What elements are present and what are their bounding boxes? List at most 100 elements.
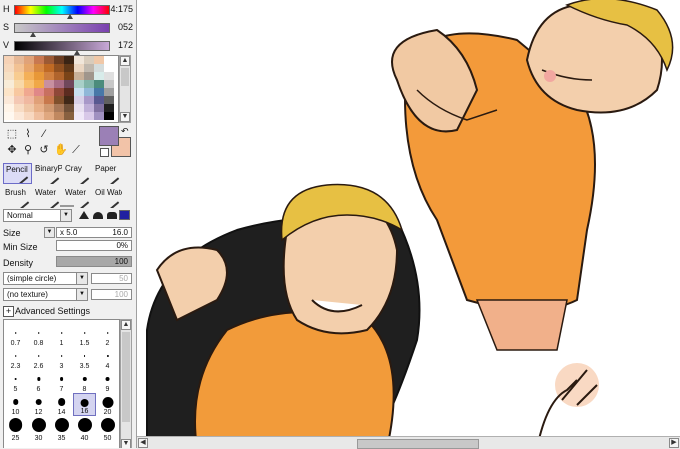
color-swatch[interactable] xyxy=(64,96,74,104)
slider-track-v[interactable] xyxy=(14,41,110,51)
size-preset-25[interactable]: 25 xyxy=(4,416,27,442)
size-preset-3.5[interactable]: 3.5 xyxy=(73,347,96,370)
scroll-down-icon[interactable]: ▼ xyxy=(121,439,131,448)
color-swatch[interactable] xyxy=(44,72,54,80)
size-preset-8[interactable]: 8 xyxy=(73,370,96,393)
scroll-up-icon[interactable]: ▲ xyxy=(120,56,130,66)
color-swatch[interactable] xyxy=(44,96,54,104)
color-swatch[interactable] xyxy=(104,104,114,112)
color-swatch[interactable] xyxy=(24,72,34,80)
color-swatch[interactable] xyxy=(44,56,54,64)
color-swatch[interactable] xyxy=(84,80,94,88)
color-swatch[interactable] xyxy=(34,64,44,72)
color-swatch[interactable] xyxy=(4,112,14,120)
color-swatch[interactable] xyxy=(54,104,64,112)
color-swatch[interactable] xyxy=(24,56,34,64)
color-swatch[interactable] xyxy=(84,88,94,96)
color-swatch[interactable] xyxy=(4,96,14,104)
slider-thumb-h[interactable] xyxy=(67,14,74,19)
color-swatch[interactable] xyxy=(64,104,74,112)
color-swatch[interactable] xyxy=(64,64,74,72)
color-swatch[interactable] xyxy=(84,64,94,72)
swatch-scrollbar[interactable]: ▲ ▼ xyxy=(119,55,131,123)
color-swatch[interactable] xyxy=(44,104,54,112)
size-preset-14[interactable]: 14 xyxy=(50,393,73,416)
size-preset-5[interactable]: 5 xyxy=(4,370,27,393)
color-swatch[interactable] xyxy=(64,56,74,64)
size-preset-20[interactable]: 20 xyxy=(96,393,119,416)
color-swatch[interactable] xyxy=(104,80,114,88)
color-swatch[interactable] xyxy=(4,56,14,64)
color-swatch[interactable] xyxy=(34,104,44,112)
color-swatch[interactable] xyxy=(54,56,64,64)
size-multiplier-dropdown[interactable]: ▼ xyxy=(44,227,55,238)
color-swatch[interactable] xyxy=(54,64,64,72)
color-swatch[interactable] xyxy=(74,112,84,120)
brush-oil-water[interactable]: Oil Water xyxy=(93,187,122,208)
color-swatch[interactable] xyxy=(74,64,84,72)
color-swatch[interactable] xyxy=(14,56,24,64)
color-swatch[interactable] xyxy=(84,72,94,80)
color-swatch[interactable] xyxy=(24,112,34,120)
swap-colors-icon[interactable]: ↶ xyxy=(121,126,129,137)
magic-wand-icon[interactable]: ⁄ xyxy=(38,128,50,140)
texture-amount-slider[interactable]: 100 xyxy=(91,289,132,300)
move-icon[interactable]: ✥ xyxy=(6,144,18,156)
color-swatch[interactable] xyxy=(4,88,14,96)
color-swatch[interactable] xyxy=(94,64,104,72)
size-preset-12[interactable]: 12 xyxy=(27,393,50,416)
color-swatch[interactable] xyxy=(44,64,54,72)
color-swatch[interactable] xyxy=(94,80,104,88)
brush-shape-select[interactable]: (simple circle) ▼ xyxy=(3,272,88,285)
select-rect-icon[interactable]: ⬚ xyxy=(6,128,18,140)
color-swatch[interactable] xyxy=(44,88,54,96)
color-swatch[interactable] xyxy=(104,72,114,80)
color-swatch[interactable] xyxy=(14,88,24,96)
color-swatch[interactable] xyxy=(34,56,44,64)
size-preset-1[interactable]: 1 xyxy=(50,324,73,347)
color-swatch[interactable] xyxy=(94,56,104,64)
color-swatch[interactable] xyxy=(84,112,94,120)
zoom-icon[interactable]: ⚲ xyxy=(22,144,34,156)
reset-colors-icon[interactable] xyxy=(100,148,109,157)
rotate-icon[interactable]: ↺ xyxy=(38,144,50,156)
slider-track-s[interactable] xyxy=(14,23,110,33)
color-swatch[interactable] xyxy=(24,64,34,72)
expand-plus-icon[interactable]: + xyxy=(3,306,14,317)
color-swatch[interactable] xyxy=(44,112,54,120)
color-swatch[interactable] xyxy=(94,104,104,112)
color-swatch[interactable] xyxy=(24,88,34,96)
color-swatch-palette[interactable] xyxy=(3,55,119,123)
color-swatch[interactable] xyxy=(4,104,14,112)
color-swatch[interactable] xyxy=(74,104,84,112)
color-swatch[interactable] xyxy=(44,80,54,88)
size-preset-40[interactable]: 40 xyxy=(73,416,96,442)
color-swatch[interactable] xyxy=(94,96,104,104)
color-swatch[interactable] xyxy=(14,112,24,120)
slider-thumb-s[interactable] xyxy=(29,32,36,37)
color-swatch[interactable] xyxy=(34,96,44,104)
color-swatch[interactable] xyxy=(14,96,24,104)
shape-round-icon[interactable] xyxy=(107,212,117,219)
size-preset-10[interactable]: 10 xyxy=(4,393,27,416)
color-swatch[interactable] xyxy=(84,104,94,112)
color-swatch[interactable] xyxy=(4,72,14,80)
color-swatch[interactable] xyxy=(14,104,24,112)
scroll-thumb[interactable] xyxy=(121,68,129,86)
color-swatch[interactable] xyxy=(84,56,94,64)
shape-soft-icon[interactable] xyxy=(93,212,103,219)
color-swatch[interactable] xyxy=(64,112,74,120)
size-preset-3[interactable]: 3 xyxy=(50,347,73,370)
color-swatch[interactable] xyxy=(54,96,64,104)
size-preset-35[interactable]: 35 xyxy=(50,416,73,442)
color-swatch[interactable] xyxy=(34,80,44,88)
scroll-left-icon[interactable]: ◀ xyxy=(138,438,148,448)
texture-select[interactable]: (no texture) ▼ xyxy=(3,288,88,301)
shape-sharp-icon[interactable] xyxy=(79,211,89,219)
hand-icon[interactable]: ✋ xyxy=(54,144,68,156)
size-preset-4[interactable]: 4 xyxy=(96,347,119,370)
color-swatch[interactable] xyxy=(94,88,104,96)
color-swatch[interactable] xyxy=(74,96,84,104)
color-swatch[interactable] xyxy=(64,80,74,88)
scroll-up-icon[interactable]: ▲ xyxy=(121,320,131,330)
